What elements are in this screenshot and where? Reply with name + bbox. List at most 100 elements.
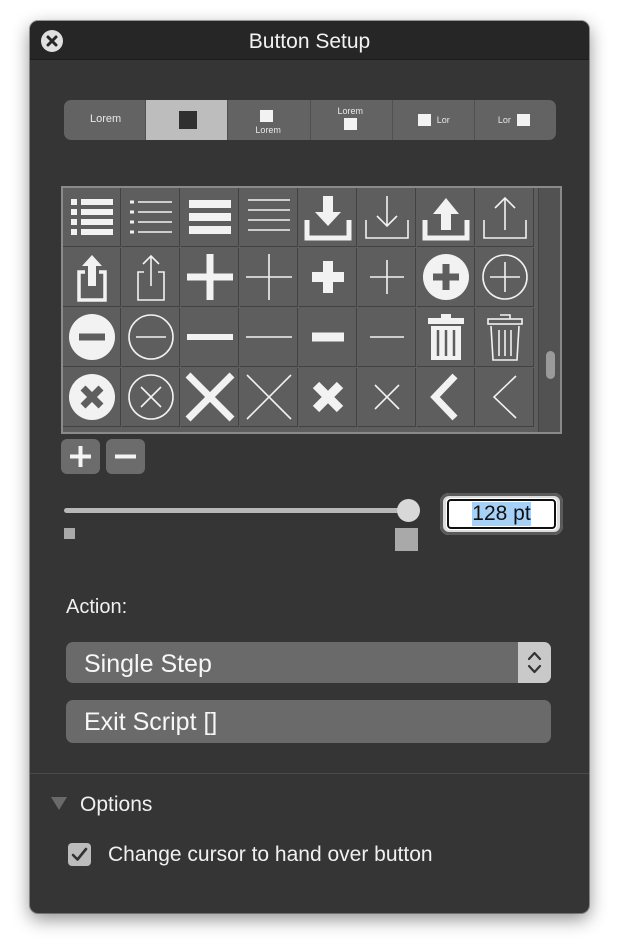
icon-grid-cell[interactable]	[122, 308, 180, 367]
x-thin-icon	[246, 374, 292, 420]
icon-grid-cell[interactable]	[63, 248, 121, 307]
icon-grid-cell[interactable]	[181, 248, 239, 307]
list-bold-icon	[71, 199, 113, 235]
share-bold-icon	[77, 255, 107, 302]
x-bold-icon	[185, 372, 235, 422]
list-thin-icon	[130, 200, 172, 234]
segment-label-only[interactable]: Lorem	[64, 100, 147, 140]
icon-grid-cell[interactable]	[358, 368, 416, 427]
icon-grid-cell[interactable]	[358, 188, 416, 247]
plus-bold-icon	[187, 254, 233, 300]
icon-grid-cell[interactable]	[417, 248, 475, 307]
plus-small-bold-icon	[312, 261, 344, 293]
segment-icon-left-label[interactable]: Lor	[393, 100, 475, 140]
segment-label-text: Lorem	[337, 106, 364, 116]
icon-grid-cell[interactable]	[122, 188, 180, 247]
icon-grid-cell[interactable]	[181, 188, 239, 247]
icon-grid-cell[interactable]	[299, 248, 357, 307]
remove-icon-button[interactable]	[106, 439, 145, 474]
icon-grid-cell[interactable]	[240, 248, 298, 307]
checkmark-icon	[71, 847, 88, 861]
trash-bold-icon	[428, 314, 464, 360]
segment-label-above-icon[interactable]: Lorem	[311, 100, 393, 140]
minus-icon	[115, 454, 136, 459]
icon-grid-cell[interactable]	[358, 308, 416, 367]
upload-bold-icon	[422, 198, 470, 241]
popup-arrows	[518, 642, 551, 683]
icon-grid-cell[interactable]	[417, 308, 475, 367]
icon-grid-cell[interactable]	[240, 308, 298, 367]
script-step-field[interactable]: Exit Script []	[66, 700, 551, 743]
segment-label-text: Lorem	[255, 125, 281, 135]
minus-small-bold-icon	[312, 332, 344, 342]
icon-size-slider-knob[interactable]	[397, 499, 420, 522]
icon-size-field-frame	[440, 493, 563, 535]
cursor-hand-checkbox[interactable]	[68, 843, 91, 866]
icon-grid-cell[interactable]	[63, 368, 121, 427]
icon-grid-cell[interactable]	[476, 248, 534, 307]
icon-size-field[interactable]	[447, 499, 556, 529]
trash-thin-icon	[487, 314, 523, 361]
x-small-thin-icon	[374, 384, 400, 410]
scrollbar-thumb[interactable]	[546, 351, 555, 379]
icon-grid-cell[interactable]	[63, 308, 121, 367]
minus-small-thin-icon	[370, 336, 404, 338]
minus-thin-icon	[246, 336, 292, 338]
minus-circle-bold-icon	[69, 314, 115, 360]
icon-grid-cell[interactable]	[299, 368, 357, 427]
button-setup-window: Button Setup Lorem Lorem Lorem Lor Lor 1…	[30, 21, 589, 913]
square-icon	[179, 111, 198, 129]
options-title: Options	[80, 793, 153, 816]
segment-icon-above-label[interactable]: Lorem	[228, 100, 311, 140]
icon-grid-cell[interactable]	[476, 188, 534, 247]
icon-grid-scrollbar[interactable]	[538, 188, 560, 432]
icon-grid-cell[interactable]	[240, 188, 298, 247]
lines-bold-icon	[189, 200, 231, 234]
plus-small-thin-icon	[370, 260, 404, 294]
icon-grid-cell[interactable]	[476, 368, 534, 427]
large-size-icon	[395, 528, 418, 551]
disclosure-triangle-icon[interactable]	[51, 797, 67, 810]
icon-grid-cell[interactable]	[122, 368, 180, 427]
close-circle-bold-icon	[69, 374, 115, 420]
chevron-left-bold-icon	[430, 373, 458, 421]
plus-icon	[70, 446, 91, 467]
segment-icon-only[interactable]	[146, 100, 229, 140]
segment-label-text: Lor	[497, 115, 511, 125]
icon-grid-cell[interactable]	[476, 308, 534, 367]
icon-grid-cell[interactable]	[181, 368, 239, 427]
square-icon	[260, 110, 274, 122]
label-position-segmented-control: Lorem Lorem Lorem Lor Lor	[64, 100, 556, 140]
chevron-up-down-icon	[527, 651, 542, 674]
icon-grid-cell[interactable]	[122, 248, 180, 307]
segment-label-left-icon[interactable]: Lor	[475, 100, 556, 140]
upload-thin-icon	[483, 196, 527, 239]
action-label: Action:	[66, 596, 128, 618]
add-icon-button[interactable]	[61, 439, 100, 474]
action-popup[interactable]: Single Step	[66, 642, 551, 683]
minus-circle-thin-icon	[128, 314, 174, 360]
chevron-left-thin-icon	[492, 375, 517, 419]
icon-size-slider-track[interactable]	[64, 508, 409, 513]
close-circle-thin-icon	[128, 374, 174, 420]
icon-grid-cell[interactable]	[358, 248, 416, 307]
segment-label-text: Lorem	[90, 113, 122, 125]
icon-grid-cell[interactable]	[299, 188, 357, 247]
icon-grid	[61, 186, 562, 434]
icon-grid-cell[interactable]	[417, 188, 475, 247]
icon-grid-cell[interactable]	[63, 188, 121, 247]
plus-circle-thin-icon	[482, 254, 528, 300]
x-small-bold-icon	[312, 381, 344, 413]
icon-grid-cell[interactable]	[181, 308, 239, 367]
cursor-hand-label: Change cursor to hand over button	[108, 843, 433, 866]
action-popup-value: Single Step	[84, 650, 212, 678]
lines-thin-icon	[248, 199, 290, 231]
icon-grid-cell[interactable]	[417, 368, 475, 427]
square-icon	[343, 118, 357, 130]
title-bar: Button Setup	[30, 21, 589, 60]
icon-grid-cell[interactable]	[240, 368, 298, 427]
plus-circle-bold-icon	[423, 254, 469, 300]
icon-size-field-inner	[447, 499, 556, 529]
icon-grid-cell[interactable]	[299, 308, 357, 367]
divider	[30, 773, 589, 774]
